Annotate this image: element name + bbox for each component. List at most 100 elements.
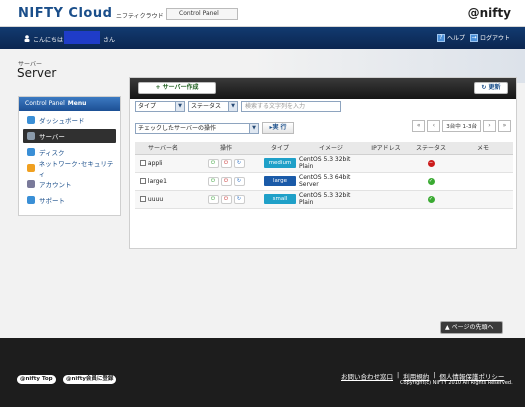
- sidebar-item[interactable]: ディスク: [23, 145, 116, 159]
- ip-cell: [363, 154, 409, 173]
- status-icon: ✓: [427, 178, 435, 185]
- page-title: Server: [17, 66, 57, 80]
- dashboard-icon: [27, 116, 35, 124]
- sidebar-item[interactable]: サポート: [23, 193, 116, 207]
- filter-row: タイプ ▼ ステータス ▼ 検索する文字列を入力: [135, 101, 341, 112]
- nifty-logo[interactable]: @nifty: [468, 6, 511, 20]
- power-off-icon[interactable]: ⏻: [220, 158, 232, 168]
- server-name[interactable]: large1: [148, 178, 167, 185]
- panel-toolbar: + サーバー作成 ↻ 更新: [130, 78, 516, 99]
- bulk-action-select[interactable]: チェックしたサーバーの操作 ▼: [135, 122, 259, 134]
- arrow-up-icon: ▲: [445, 324, 450, 331]
- brand-logo[interactable]: NIFTY Cloud: [18, 6, 112, 21]
- greeting-suffix: さん: [103, 37, 116, 44]
- help-label: ヘルプ: [447, 35, 466, 42]
- first-page-button[interactable]: «: [412, 120, 426, 132]
- sidebar-item-label: ダッシュボード: [39, 117, 85, 125]
- power-on-icon[interactable]: ⏻: [207, 158, 219, 168]
- row-checkbox[interactable]: [140, 196, 146, 202]
- table-row[interactable]: appli ⏻ ⏻ ↻ medium CentOS 5.3 32bit Plain −: [135, 154, 513, 173]
- server-name[interactable]: uuuu: [148, 196, 163, 203]
- control-panel-label: Control Panel: [166, 8, 238, 20]
- status-icon: ✓: [427, 196, 435, 203]
- image-cell: CentOS 5.3 32bit Plain: [299, 154, 363, 173]
- table-row[interactable]: uuuu ⏻ ⏻ ↻ small CentOS 5.3 32bit Plain ✓: [135, 190, 513, 209]
- table-row[interactable]: large1 ⏻ ⏻ ↻ large CentOS 5.3 64bit Server ✓: [135, 172, 513, 191]
- disk-icon: [27, 148, 35, 156]
- run-button[interactable]: ▸実 行: [262, 122, 294, 134]
- contact-link[interactable]: お問い合わせ窓口: [341, 371, 393, 381]
- next-page-button[interactable]: ›: [483, 120, 496, 132]
- sidebar-item[interactable]: アカウント: [23, 177, 116, 191]
- image-cell: CentOS 5.3 64bit Server: [299, 172, 363, 191]
- bulk-action-row: チェックしたサーバーの操作 ▼ ▸実 行: [135, 122, 294, 134]
- power-on-icon[interactable]: ⏻: [207, 194, 219, 204]
- last-page-button[interactable]: »: [498, 120, 511, 132]
- sidebar-item-label: アカウント: [39, 181, 72, 189]
- sidebar-item-label: サーバー: [39, 133, 65, 141]
- nifty-top-link[interactable]: @nifty Top: [17, 375, 56, 384]
- logout-link[interactable]: → ログアウト: [470, 33, 510, 42]
- status-icon: −: [427, 160, 435, 167]
- col-name[interactable]: サーバー名: [135, 142, 191, 155]
- power-off-icon[interactable]: ⏻: [220, 194, 232, 204]
- sidebar-item-label: ネットワーク･セキュリティ: [38, 160, 114, 178]
- sidebar-item[interactable]: ネットワーク･セキュリティ: [23, 160, 116, 178]
- page-info: 3台中 1-3台: [442, 120, 481, 132]
- col-ip[interactable]: IPアドレス: [363, 142, 409, 155]
- reboot-icon[interactable]: ↻: [233, 176, 245, 186]
- table-header-row: サーバー名 操作 タイプ イメージ IPアドレス ステータス メモ: [135, 142, 513, 155]
- row-checkbox[interactable]: [140, 178, 146, 184]
- back-to-top-button[interactable]: ▲ ページの先頭へ: [440, 321, 503, 334]
- sidebar-title: Control Panel: [25, 100, 65, 107]
- memo-cell: [453, 172, 513, 191]
- reboot-icon[interactable]: ↻: [233, 158, 245, 168]
- sidebar-header: Control Panel Menu: [19, 97, 120, 111]
- memo-cell: [453, 154, 513, 173]
- chevron-down-icon: ▼: [175, 102, 184, 111]
- col-status[interactable]: ステータス: [409, 142, 453, 155]
- refresh-button[interactable]: ↻ 更新: [474, 82, 508, 94]
- type-badge: small: [264, 194, 296, 204]
- server-name[interactable]: appli: [148, 160, 163, 167]
- type-badge: medium: [264, 158, 296, 168]
- create-server-button[interactable]: + サーバー作成: [138, 82, 216, 94]
- prev-page-button[interactable]: ‹: [427, 120, 441, 132]
- image-cell: CentOS 5.3 32bit Plain: [299, 190, 363, 209]
- help-link[interactable]: ? ヘルプ: [437, 33, 465, 42]
- plus-icon: +: [155, 84, 163, 91]
- sidebar-item[interactable]: サーバー: [23, 129, 116, 143]
- logout-label: ログアウト: [480, 35, 511, 42]
- account-icon: [27, 180, 35, 188]
- logout-icon: →: [470, 33, 478, 42]
- support-icon: [27, 196, 35, 204]
- search-input[interactable]: 検索する文字列を入力: [241, 101, 341, 112]
- sidebar-item-label: サポート: [39, 197, 65, 205]
- col-operation: 操作: [191, 142, 261, 155]
- ip-cell: [363, 172, 409, 191]
- register-link[interactable]: @nifty会員に登録: [63, 375, 117, 384]
- col-memo: メモ: [453, 142, 513, 155]
- type-filter-select[interactable]: タイプ ▼: [135, 101, 185, 112]
- network-icon: [27, 164, 35, 172]
- pagination: « ‹ 3台中 1-3台 › »: [412, 120, 511, 132]
- server-panel: + サーバー作成 ↻ 更新 タイプ ▼ ステータス ▼ 検索する文字列を入力 チ…: [129, 77, 517, 249]
- memo-cell: [453, 190, 513, 209]
- col-image[interactable]: イメージ: [299, 142, 363, 155]
- type-badge: large: [264, 176, 296, 186]
- power-on-icon[interactable]: ⏻: [207, 176, 219, 186]
- copyright: Copyright(c) NIFTY 2010 All Rights Reser…: [400, 380, 513, 386]
- sidebar-item-label: ディスク: [39, 149, 65, 157]
- status-filter-select[interactable]: ステータス ▼: [188, 101, 238, 112]
- ip-cell: [363, 190, 409, 209]
- greeting-text: こんにちは: [33, 37, 64, 44]
- power-off-icon[interactable]: ⏻: [220, 176, 232, 186]
- user-icon: [24, 35, 30, 42]
- reboot-icon[interactable]: ↻: [233, 194, 245, 204]
- top-header: NIFTY Cloud ニフティクラウド Control Panel @nift…: [0, 0, 525, 27]
- col-type[interactable]: タイプ: [261, 142, 299, 155]
- chevron-down-icon: ▼: [228, 102, 237, 111]
- chevron-down-icon: ▼: [249, 123, 258, 133]
- row-checkbox[interactable]: [140, 160, 146, 166]
- sidebar-item[interactable]: ダッシュボード: [23, 113, 116, 127]
